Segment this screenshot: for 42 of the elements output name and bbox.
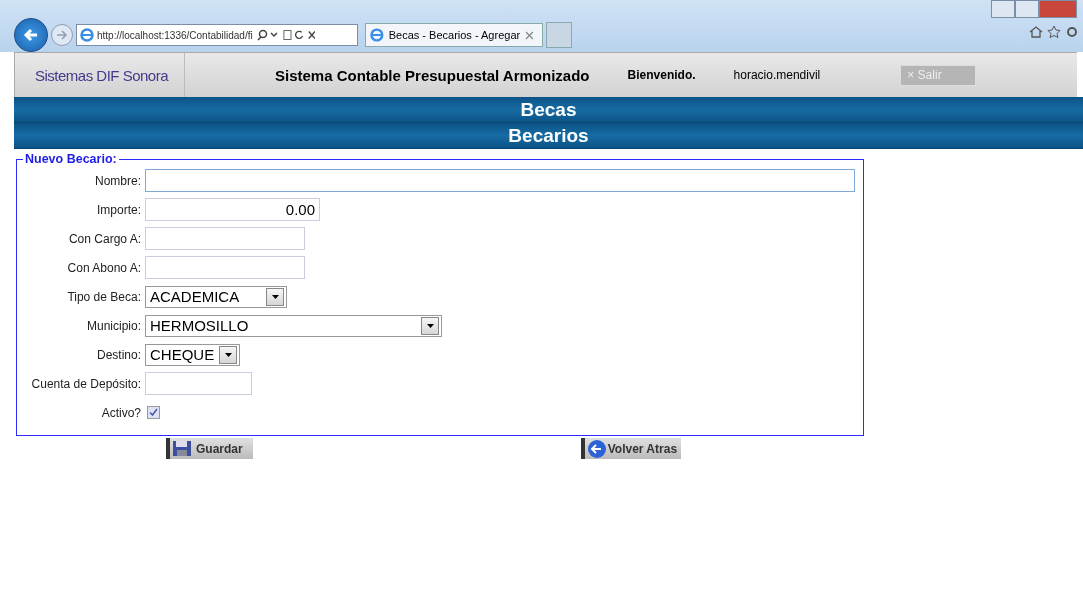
checkbox[interactable] (147, 406, 160, 419)
address-text: http://localhost:1336/Contabilidad/fi (97, 29, 253, 41)
system-title: Sistema Contable Presupuestal Armonizado (275, 66, 590, 84)
field-label: Tipo de Beca: (66, 289, 141, 304)
field-label: Nombre: (94, 173, 141, 188)
input-field[interactable] (145, 256, 305, 279)
field-label: Cuenta de Depósito: (30, 376, 141, 391)
input-field[interactable] (145, 372, 252, 395)
toolbar-icons-drawing[interactable] (1029, 25, 1079, 39)
section-title: Becarios (14, 123, 1083, 149)
back-button[interactable]: Volver Atras (580, 438, 682, 459)
new-tab-button[interactable] (546, 22, 572, 48)
tab-title: Becas - Becarios - Agregar (388, 29, 521, 41)
forward-icon[interactable] (51, 24, 73, 46)
browser-icon (80, 28, 94, 42)
caret-icon (219, 345, 237, 364)
back-icon[interactable] (14, 18, 48, 52)
dropdown[interactable]: ACADEMICA (145, 285, 287, 308)
field-label: Con Cargo A: (67, 231, 141, 246)
browser-icon (370, 28, 384, 42)
field-label: Destino: (95, 347, 141, 362)
save-button[interactable]: Guardar (166, 438, 253, 459)
welcome-text: Bienvenido. (627, 68, 696, 82)
caret-icon (421, 316, 439, 335)
close-icon[interactable] (525, 30, 534, 40)
address-bar[interactable]: http://localhost:1336/Contabilidad/fi (76, 24, 358, 46)
input-field[interactable] (145, 227, 305, 250)
caret-icon (266, 287, 284, 306)
field-label: Importe: (96, 202, 141, 217)
field-label: Activo? (100, 405, 141, 420)
window-controls-drawing[interactable] (991, 0, 1077, 18)
user-name: horacio.mendivil (733, 68, 821, 82)
search-icon[interactable] (255, 29, 280, 41)
input-field[interactable] (145, 169, 855, 192)
dropdown[interactable]: HERMOSILLO (145, 314, 442, 337)
browser-tab[interactable]: Becas - Becarios - Agregar (365, 23, 543, 47)
field-label: Municipio: (85, 318, 141, 333)
input-field[interactable]: 0.00 (145, 198, 320, 221)
section-title: Becas (14, 97, 1083, 123)
field-label: Con Abono A: (66, 260, 141, 275)
dropdown[interactable]: CHEQUE (145, 343, 240, 366)
form-legend: Nuevo Becario: (23, 152, 119, 166)
